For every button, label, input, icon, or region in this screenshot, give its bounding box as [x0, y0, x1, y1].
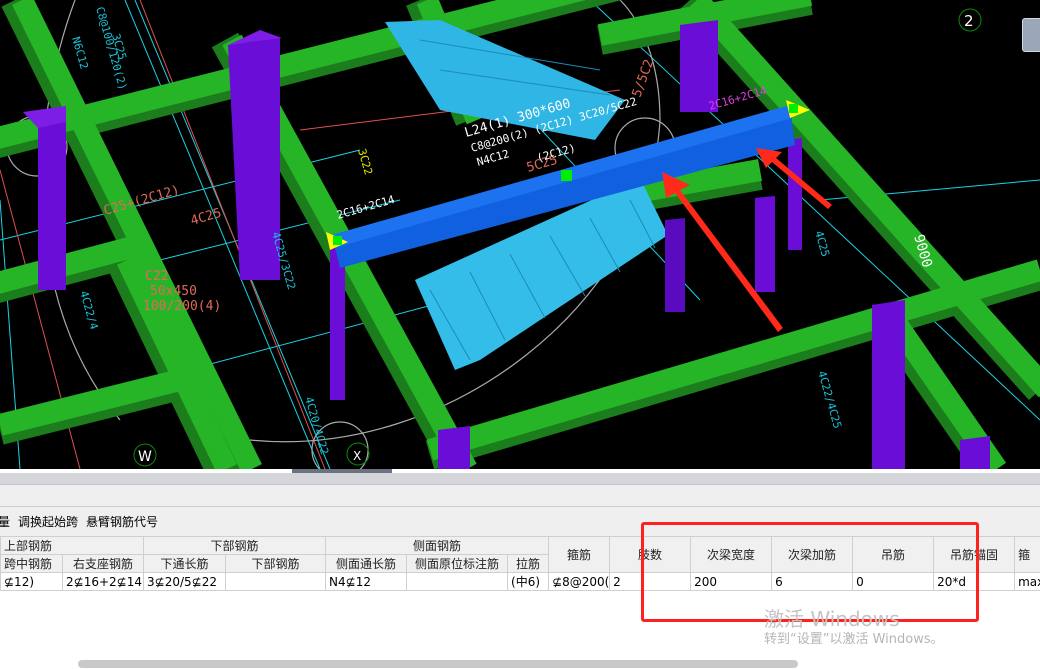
cell-right-support[interactable]: 2⊈16+2⊈14 — [61, 572, 145, 591]
group-header-side-rebar: 侧面钢筋 — [325, 536, 550, 555]
header-right-support[interactable]: 右支座钢筋 — [61, 554, 145, 573]
axis-label-w: W — [138, 449, 152, 465]
group-header-bottom-rebar: 下部钢筋 — [143, 536, 327, 555]
cell-midspan[interactable]: ⊈12) — [0, 572, 63, 591]
watermark-line2: 转到“设置”以激活 Windows。 — [764, 632, 944, 647]
panel-header — [0, 485, 1040, 507]
cyan-text-2: 4C22/4 — [77, 289, 101, 331]
header-side-in-situ[interactable]: 侧面原位标注筋 — [406, 554, 509, 573]
red-text-5: 100/200(4) — [143, 299, 221, 314]
header-side-continuous[interactable]: 侧面通长筋 — [325, 554, 408, 573]
toolbar-item-cantilever-code[interactable]: 悬臂钢筋代号 — [86, 513, 158, 530]
header-midspan[interactable]: 跨中钢筋 — [0, 554, 63, 573]
cyan-text-5: 4C22/4C25 — [815, 369, 844, 430]
horizontal-scrollbar[interactable] — [78, 660, 798, 668]
group-header-top-rebar: 上部钢筋 — [0, 536, 145, 555]
header-bottom-continuous[interactable]: 下通长筋 — [143, 554, 227, 573]
activation-watermark: 激活 Windows 转到“设置”以激活 Windows。 — [764, 607, 944, 649]
view-cube-icon[interactable] — [1022, 18, 1040, 52]
cell-stirrup[interactable]: ⊈8@200( — [548, 572, 611, 591]
red-text-3: C22 — [145, 269, 168, 284]
cell-bottom-rebar[interactable] — [225, 572, 327, 591]
cell-side-in-situ[interactable] — [406, 572, 509, 591]
cell-side-continuous[interactable]: N4⊈12 — [325, 572, 408, 591]
axis-label-2: 2 — [964, 12, 974, 30]
header-stirrup-2[interactable]: 箍 — [1014, 536, 1040, 573]
header-bottom-rebar[interactable]: 下部钢筋 — [225, 554, 327, 573]
cell-tie[interactable]: (中6) — [507, 572, 550, 591]
yellow-text-1: 3C22 — [355, 147, 375, 176]
panel-splitter[interactable] — [0, 473, 1040, 485]
watermark-line1: 激活 Windows — [764, 607, 900, 631]
red-text-4: 50x450 — [150, 284, 197, 299]
toolbar-item-swap-start-span[interactable]: 调换起始跨 — [18, 513, 78, 530]
col-text-3: N6C12 — [69, 35, 91, 70]
header-tie[interactable]: 拉筋 — [507, 554, 550, 573]
cell-stirrup-2[interactable]: max — [1014, 572, 1040, 591]
cell-bottom-continuous[interactable]: 3⊈20/5⊈22 — [143, 572, 227, 591]
3d-scene[interactable]: L24(1) 300*600 C8@200(2) (2C12) 3C20/5C2… — [0, 0, 1040, 469]
toolbar-item-quantity[interactable]: 量 — [0, 513, 10, 530]
cyan-text-4: 4C25 — [812, 229, 832, 258]
header-stirrup[interactable]: 箍筋 — [548, 536, 611, 573]
left-support-label: 2C16+2C14 — [335, 193, 396, 222]
3d-viewport[interactable]: L24(1) 300*600 C8@200(2) (2C12) 3C20/5C2… — [0, 0, 1040, 469]
axis-label-x: X — [353, 449, 361, 463]
red-text-2: 4C25 — [189, 206, 223, 229]
red-top-text: 5/5C2 — [630, 57, 657, 99]
